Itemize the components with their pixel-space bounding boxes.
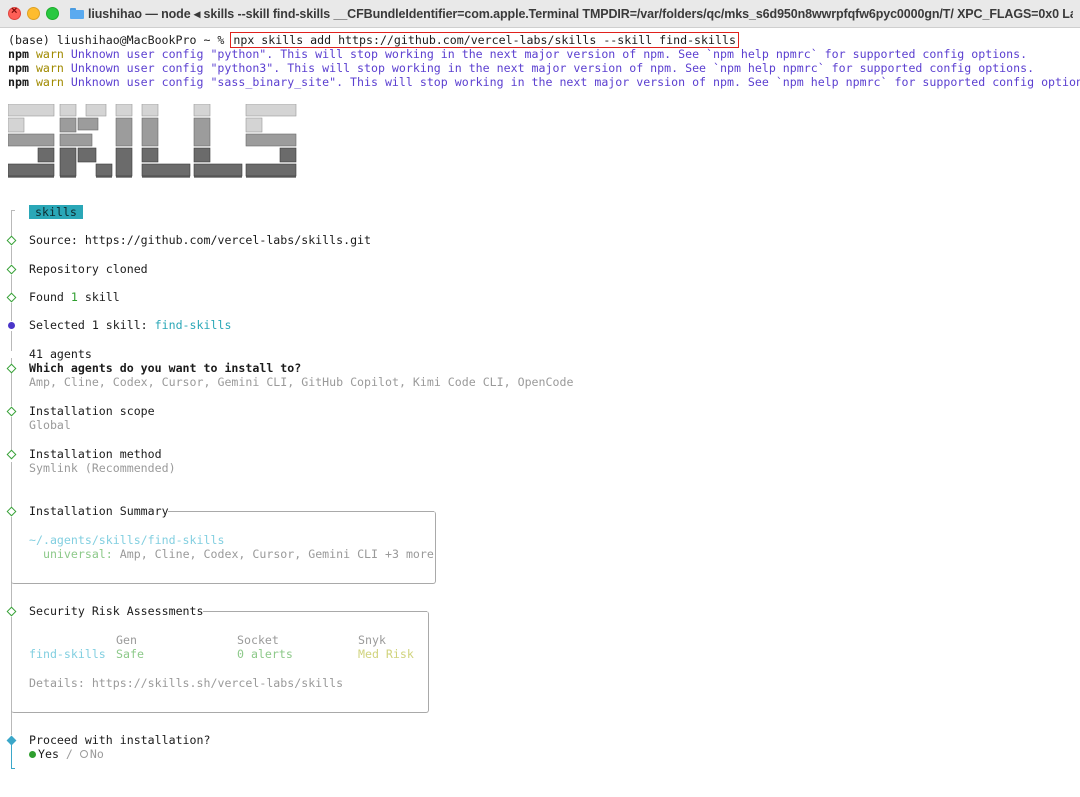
tree-rail bbox=[11, 303, 12, 321]
agents-count: 41 agents bbox=[29, 347, 92, 361]
tree-rail bbox=[11, 462, 12, 507]
security-row-name: find-skills bbox=[29, 647, 106, 661]
active-step-icon bbox=[6, 735, 17, 746]
tree-rail bbox=[11, 331, 12, 351]
security-row-gen: Safe bbox=[116, 647, 144, 661]
npm-warning-line: npm warn Unknown user config "sass_binar… bbox=[8, 75, 1080, 89]
tree-rail bbox=[11, 417, 12, 450]
radio-selected-icon[interactable] bbox=[29, 751, 36, 758]
agents-list: Amp, Cline, Codex, Cursor, Gemini CLI, G… bbox=[29, 375, 574, 389]
proceed-no-option[interactable]: No bbox=[90, 747, 104, 761]
security-row-snyk: Med Risk bbox=[358, 647, 414, 661]
security-header-socket: Socket bbox=[237, 633, 279, 647]
command-text: npx skills add https://github.com/vercel… bbox=[230, 32, 739, 48]
step-done-icon bbox=[6, 292, 17, 303]
step-selected: Selected 1 skill: find-skills bbox=[29, 318, 232, 332]
security-header-snyk: Snyk bbox=[358, 633, 386, 647]
step-cloned: Repository cloned bbox=[29, 262, 148, 276]
tree-rail-active bbox=[11, 745, 12, 769]
step-done-icon bbox=[6, 235, 17, 246]
terminal-output[interactable]: (base) liushihao@MacBookPro ~ % npx skil… bbox=[0, 0, 1080, 797]
tree-rail-start bbox=[11, 210, 15, 211]
agents-question: Which agents do you want to install to? bbox=[29, 361, 302, 375]
prompt-text: (base) liushihao@MacBookPro ~ % bbox=[8, 33, 232, 47]
security-details: Details: https://skills.sh/vercel-labs/s… bbox=[29, 676, 344, 690]
proceed-yes-option[interactable]: Yes bbox=[38, 747, 59, 761]
tree-rail bbox=[11, 275, 12, 293]
step-done-icon bbox=[6, 406, 17, 417]
proceed-question: Proceed with installation? bbox=[29, 733, 211, 747]
proceed-options: Yes / No bbox=[29, 747, 104, 761]
skills-badge: skills bbox=[29, 205, 83, 219]
step-done-icon bbox=[6, 264, 17, 275]
security-box bbox=[11, 611, 429, 713]
tree-rail bbox=[11, 246, 12, 264]
security-row-socket: 0 alerts bbox=[237, 647, 293, 661]
tree-rail bbox=[11, 210, 12, 236]
prompt-line: (base) liushihao@MacBookPro ~ % npx skil… bbox=[8, 32, 739, 48]
scope-label: Installation scope bbox=[29, 404, 155, 418]
summary-universal: universal: Amp, Cline, Codex, Cursor, Ge… bbox=[42, 547, 434, 561]
npm-warning-line: npm warn Unknown user config "python". T… bbox=[8, 47, 1028, 61]
step-done-icon bbox=[6, 449, 17, 460]
security-header-gen: Gen bbox=[116, 633, 137, 647]
radio-unselected-icon[interactable] bbox=[79, 750, 88, 758]
method-label: Installation method bbox=[29, 447, 162, 461]
npm-warning-line: npm warn Unknown user config "python3". … bbox=[8, 61, 1035, 75]
skills-logo bbox=[8, 104, 297, 178]
terminal-window: liushihao — node ◂ skills --skill find-s… bbox=[0, 0, 1080, 797]
step-found: Found 1 skill bbox=[29, 290, 120, 304]
step-source: Source: https://github.com/vercel-labs/s… bbox=[29, 233, 372, 247]
step-done-icon bbox=[6, 363, 17, 374]
tree-rail-end bbox=[11, 768, 15, 769]
summary-path: ~/.agents/skills/find-skills bbox=[29, 533, 225, 547]
step-info-icon bbox=[8, 322, 15, 329]
scope-value: Global bbox=[29, 418, 71, 432]
method-value: Symlink (Recommended) bbox=[29, 461, 176, 475]
